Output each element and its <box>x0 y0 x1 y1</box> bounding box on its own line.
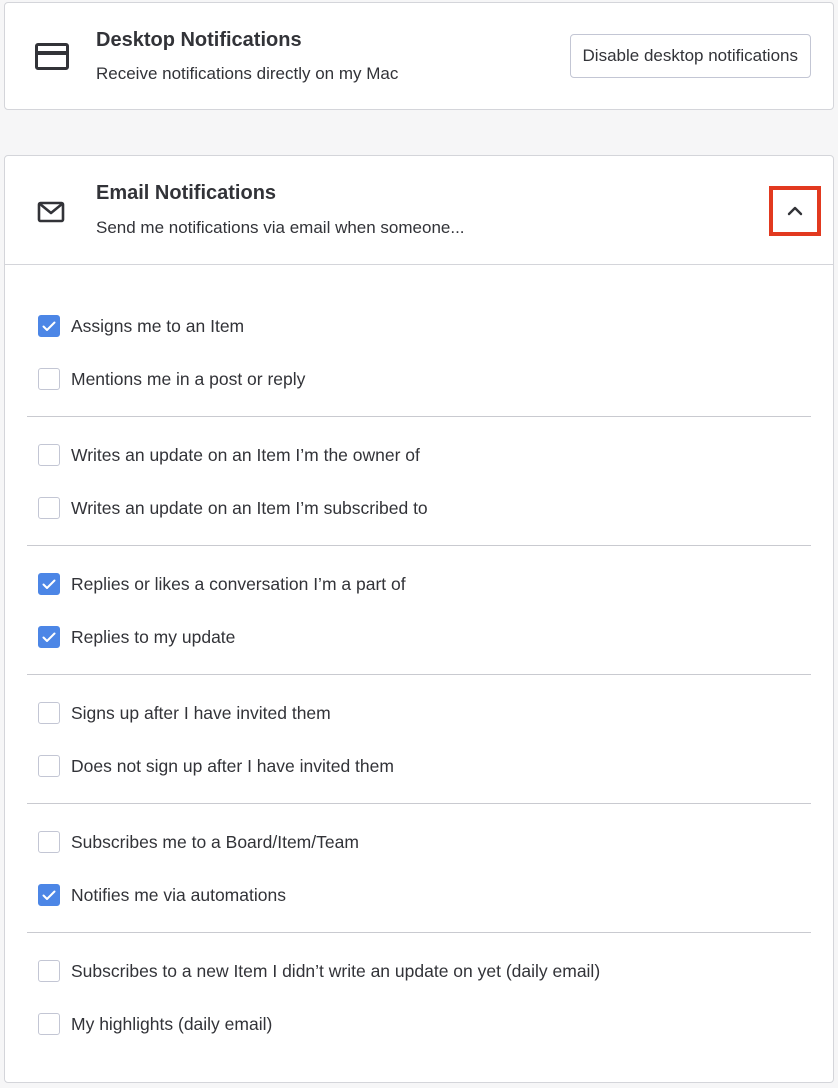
option-new-item-daily[interactable]: Subscribes to a new Item I didn’t write … <box>38 956 600 986</box>
option-label: Writes an update on an Item I’m the owne… <box>71 444 420 465</box>
section-divider <box>27 416 811 417</box>
checkbox-unchecked[interactable] <box>38 368 60 390</box>
section-divider <box>27 932 811 933</box>
option-highlights-daily[interactable]: My highlights (daily email) <box>38 1009 272 1039</box>
option-label: Assigns me to an Item <box>71 315 245 336</box>
option-label: Writes an update on an Item I’m subscrib… <box>71 497 428 518</box>
option-label: My highlights (daily email) <box>71 1013 273 1034</box>
checkbox-unchecked[interactable] <box>38 702 60 724</box>
checkbox-unchecked[interactable] <box>38 1013 60 1035</box>
checkbox-checked[interactable] <box>38 315 60 337</box>
option-update-subscribed[interactable]: Writes an update on an Item I’m subscrib… <box>38 493 428 523</box>
email-notifications-title: Email Notifications <box>96 182 277 204</box>
option-label: Replies or likes a conversation I’m a pa… <box>71 573 406 594</box>
desktop-notifications-subtitle: Receive notifications directly on my Mac <box>96 64 399 83</box>
checkbox-unchecked[interactable] <box>38 444 60 466</box>
option-label: Signs up after I have invited them <box>71 702 331 723</box>
desktop-notifications-card: Desktop Notifications Receive notificati… <box>4 2 834 110</box>
checkbox-checked[interactable] <box>38 626 60 648</box>
section-divider <box>27 803 811 804</box>
chevron-up-icon <box>787 206 803 216</box>
collapse-email-notifications-button[interactable] <box>769 186 821 236</box>
option-mentions-me[interactable]: Mentions me in a post or reply <box>38 364 305 394</box>
checkbox-checked[interactable] <box>38 884 60 906</box>
checkbox-checked[interactable] <box>38 573 60 595</box>
section-divider <box>27 674 811 675</box>
option-label: Replies to my update <box>71 626 236 647</box>
option-label: Notifies me via automations <box>71 884 286 905</box>
desktop-notification-icon <box>35 43 69 70</box>
section-divider <box>27 545 811 546</box>
header-divider <box>5 264 833 265</box>
disable-desktop-notifications-button[interactable]: Disable desktop notifications <box>569 34 811 78</box>
checkbox-unchecked[interactable] <box>38 755 60 777</box>
desktop-notifications-title: Desktop Notifications <box>96 29 302 51</box>
option-subscribes-me[interactable]: Subscribes me to a Board/Item/Team <box>38 827 359 857</box>
email-notifications-card: Email Notifications Send me notification… <box>4 155 834 1083</box>
option-label: Does not sign up after I have invited th… <box>71 755 394 776</box>
option-replies-update[interactable]: Replies to my update <box>38 622 235 652</box>
option-update-owner[interactable]: Writes an update on an Item I’m the owne… <box>38 440 420 470</box>
email-notifications-subtitle: Send me notifications via email when som… <box>96 218 465 237</box>
option-assigns-me[interactable]: Assigns me to an Item <box>38 311 244 341</box>
option-label: Subscribes to a new Item I didn’t write … <box>71 960 601 981</box>
checkbox-unchecked[interactable] <box>38 831 60 853</box>
option-signs-up[interactable]: Signs up after I have invited them <box>38 698 331 728</box>
envelope-icon <box>37 201 65 223</box>
checkbox-unchecked[interactable] <box>38 960 60 982</box>
option-label: Subscribes me to a Board/Item/Team <box>71 831 359 852</box>
option-does-not-sign-up[interactable]: Does not sign up after I have invited th… <box>38 751 394 781</box>
checkbox-unchecked[interactable] <box>38 497 60 519</box>
option-replies-conversation[interactable]: Replies or likes a conversation I’m a pa… <box>38 569 406 599</box>
option-automations[interactable]: Notifies me via automations <box>38 880 286 910</box>
option-label: Mentions me in a post or reply <box>71 368 306 389</box>
